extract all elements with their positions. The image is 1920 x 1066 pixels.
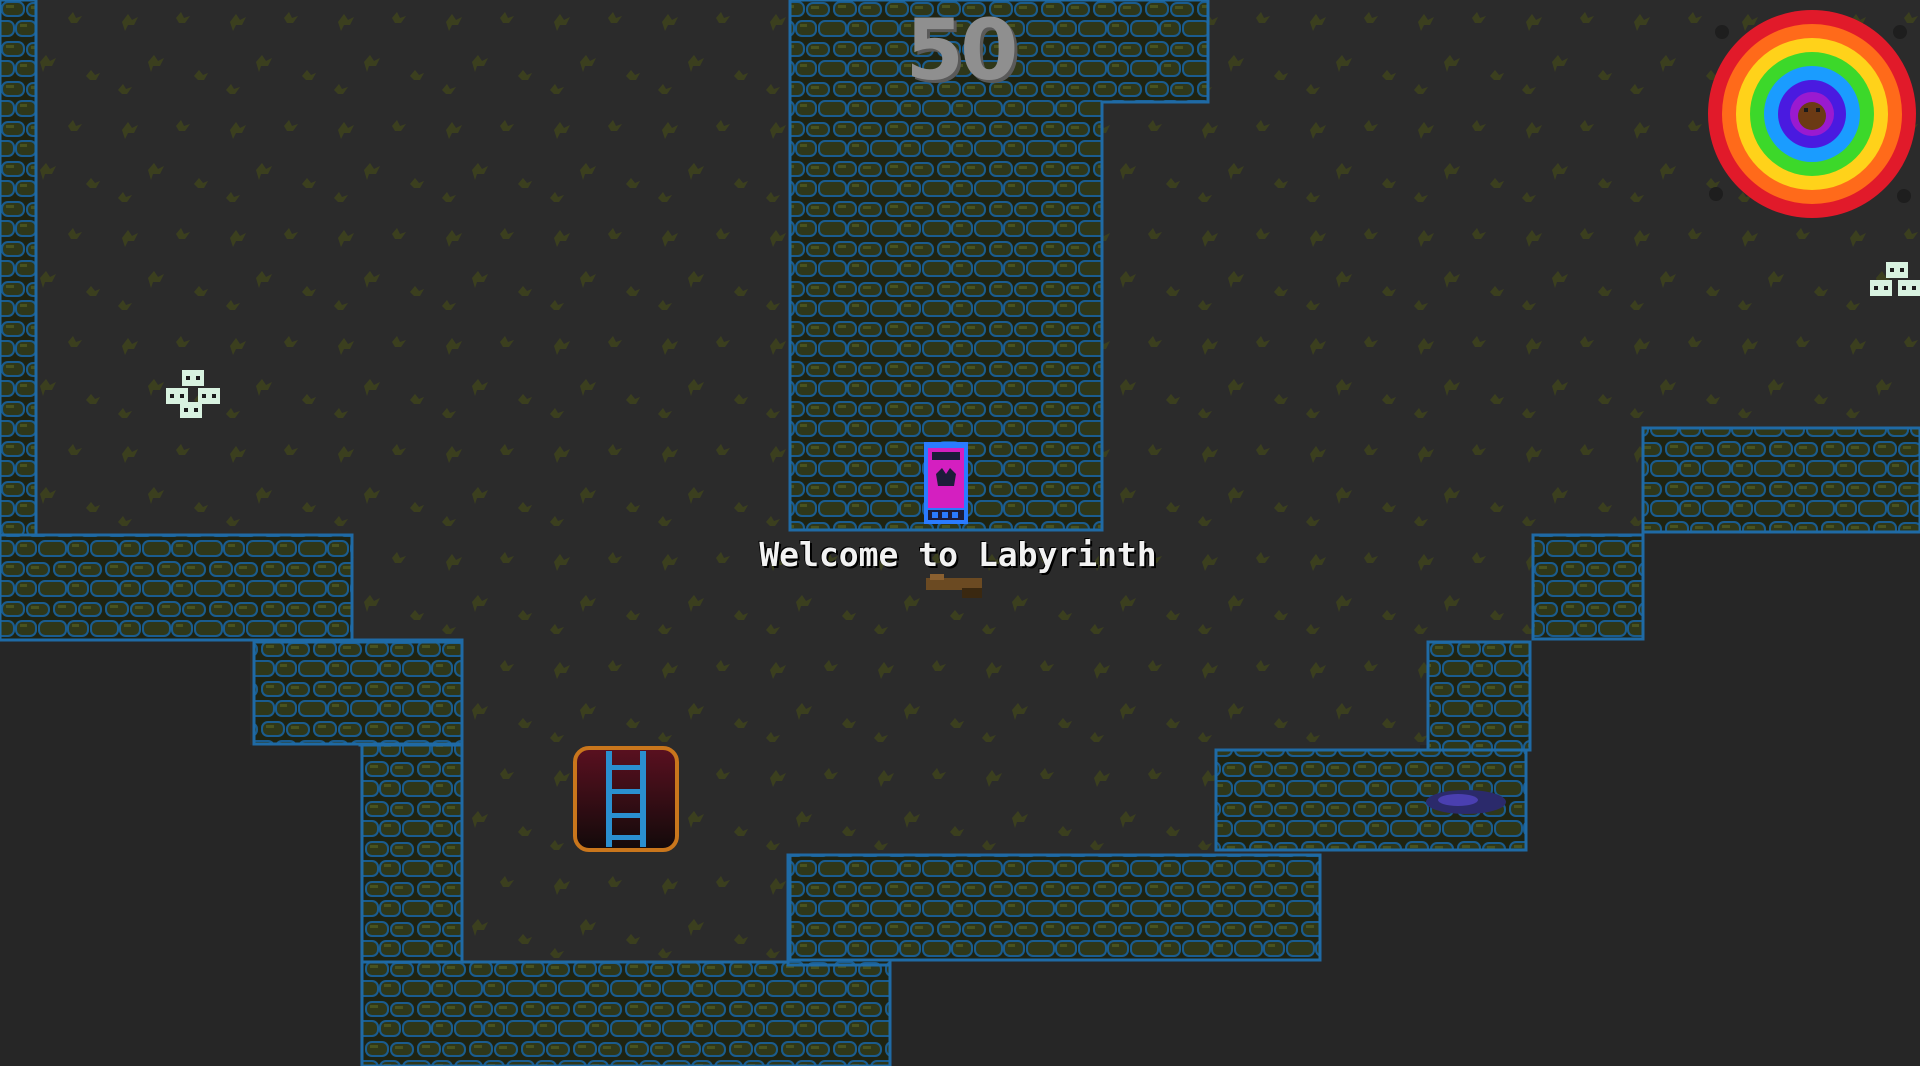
skull-pile-icon[interactable] — [160, 366, 240, 426]
game-viewport[interactable]: 50 Welcome to Labyrinth — [0, 0, 1920, 1066]
door-portal-icon[interactable] — [922, 440, 970, 526]
boots-icon[interactable] — [922, 570, 990, 604]
welcome-message: Welcome to Labyrinth — [759, 535, 1157, 574]
rainbow-orb-icon[interactable] — [1704, 4, 1916, 224]
score-counter: 50 — [905, 1, 1019, 99]
purple-slime-icon[interactable] — [1422, 784, 1510, 820]
skull-pile-icon[interactable] — [1866, 258, 1920, 318]
labyrinth-map — [0, 0, 1920, 1066]
ladder-hatch-icon[interactable] — [572, 745, 680, 853]
